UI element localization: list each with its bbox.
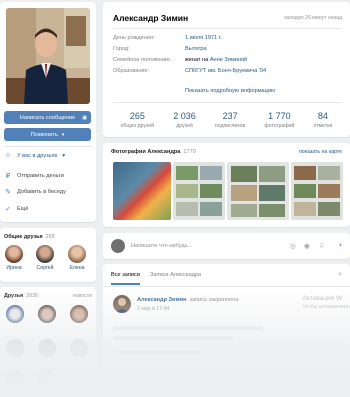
- music-icon[interactable]: ♫: [319, 242, 324, 249]
- send-message-button[interactable]: Написать сообщение ▣: [4, 111, 91, 124]
- avatar: [111, 239, 125, 253]
- post-text-line: [113, 326, 263, 330]
- photo-thumbnail[interactable]: [173, 162, 225, 220]
- settings-icon[interactable]: ◑: [338, 242, 342, 249]
- menu-item-send-money[interactable]: ₽ Отправить деньги: [4, 172, 64, 180]
- photos-title[interactable]: Фотографии Александра 1770: [111, 149, 196, 155]
- avatar[interactable]: [6, 369, 24, 387]
- pinned-note: запись закреплена: [189, 297, 239, 303]
- divider: [4, 146, 92, 147]
- photo-thumbnail[interactable]: [113, 162, 171, 220]
- chevron-down-icon: ▾: [61, 131, 65, 138]
- photos-count: 1770: [183, 149, 196, 155]
- wall-tabs: Все записи Записи Александра: [111, 272, 201, 285]
- avatar-card: Написать сообщение ▣ Позвонить ▾ ☺ У вас…: [0, 2, 96, 222]
- photo-thumbnail[interactable]: [291, 162, 343, 220]
- counter-friends[interactable]: 2 036 друзей: [173, 111, 196, 129]
- wall-card: Все записи Записи Александра ⌕ Александр…: [103, 264, 350, 397]
- profile-photo[interactable]: [6, 8, 90, 104]
- menu-item-more[interactable]: ✓ Ещё: [4, 205, 28, 213]
- divider: [113, 28, 342, 29]
- call-label: Позвонить: [30, 131, 58, 138]
- avatar[interactable]: [70, 339, 88, 357]
- friends-count: 2036: [26, 293, 39, 299]
- avatar: [36, 245, 54, 263]
- counter-followers[interactable]: 237 подписчиков: [215, 111, 245, 129]
- money-icon: ₽: [5, 173, 11, 180]
- post-text-line: [113, 350, 203, 354]
- tab-own-posts[interactable]: Записи Александра: [150, 272, 201, 285]
- friend-name: Сергей: [36, 265, 54, 271]
- divider: [103, 286, 350, 287]
- avatar[interactable]: [38, 339, 56, 357]
- counter-tags[interactable]: 84 отметки: [313, 111, 332, 129]
- windows-activation-watermark: Активация W Чтобы активировать: [302, 295, 350, 310]
- call-button[interactable]: Позвонить ▾: [4, 128, 91, 141]
- show-more-info-link[interactable]: Показать подробную информацию: [185, 88, 275, 94]
- check-icon: ✓: [5, 206, 11, 213]
- friend-item[interactable]: Сергей: [34, 245, 56, 271]
- friend-name: Елена: [69, 265, 85, 271]
- menu-item-friends[interactable]: ☺ У вас в друзьях ▾: [4, 152, 65, 159]
- post-composer: Напишите что-нибудь... ◎ ◉ ♫ ◑: [103, 233, 350, 259]
- mutual-friends-title[interactable]: Общие друзья 265: [4, 234, 55, 240]
- menu-item-label: Отправить деньги: [17, 173, 64, 179]
- avatar[interactable]: [6, 339, 24, 357]
- gift-icon: ▣: [82, 114, 87, 121]
- photos-card: Фотографии Александра 1770 показать на ка…: [103, 143, 350, 227]
- tab-all-posts[interactable]: Все записи: [111, 272, 140, 285]
- info-row-birthday: День рождения: 1 июля 1971 г.: [113, 35, 222, 41]
- show-on-map-link[interactable]: показать на карте: [299, 149, 342, 155]
- friend-item[interactable]: Ирина: [3, 245, 25, 271]
- info-row-education: Образование: СПбГУТ им. Бонч-Бруевича '0…: [113, 68, 267, 74]
- composer-input[interactable]: Напишите что-нибудь...: [131, 243, 192, 249]
- menu-item-label: Ещё: [17, 206, 29, 212]
- profile-counters: 265 общих друзей 2 036 друзей 237 подписчик…: [103, 111, 350, 129]
- post-date[interactable]: 2 мар в 17:44: [137, 306, 169, 312]
- avatar[interactable]: [6, 305, 24, 323]
- avatar[interactable]: [38, 305, 56, 323]
- post-text-line: [113, 336, 233, 340]
- friend-name: Ирина: [6, 265, 22, 271]
- search-icon[interactable]: ⌕: [338, 271, 342, 279]
- avatar[interactable]: [38, 369, 56, 387]
- vk-profile-page: Написать сообщение ▣ Позвонить ▾ ☺ У вас…: [0, 0, 350, 397]
- friends-title[interactable]: Друзья 2036: [4, 293, 38, 299]
- info-row-family: Семейное положение: женат на Анне Зимино…: [113, 57, 248, 63]
- chevron-down-icon: ▾: [62, 152, 66, 159]
- friend-item[interactable]: Елена: [66, 245, 88, 271]
- avatar: [5, 245, 23, 263]
- send-message-label: Написать сообщение: [19, 114, 76, 121]
- menu-item-label: Добавить в беседу: [17, 189, 66, 195]
- counter-photos[interactable]: 1 770 фотографий: [264, 111, 294, 129]
- video-icon[interactable]: ◉: [304, 242, 310, 250]
- camera-icon[interactable]: ◎: [290, 242, 296, 250]
- avatar[interactable]: [113, 295, 131, 313]
- friends-card: Друзья 2036 новости: [0, 287, 96, 397]
- post-author[interactable]: Александр Зимин запись закреплена: [137, 297, 239, 303]
- info-row-city: Город: Вытегра: [113, 46, 207, 52]
- last-seen-status: заходил 26 минут назад: [284, 15, 342, 21]
- menu-item-add-chat[interactable]: ✎ Добавить в беседу: [4, 188, 66, 196]
- divider: [113, 102, 342, 103]
- menu-item-label: У вас в друзьях: [17, 152, 58, 159]
- friends-link[interactable]: новости: [73, 293, 92, 299]
- friend-check-icon: ☺: [4, 152, 12, 159]
- profile-info-card: Александр Зимин заходил 26 минут назад Д…: [103, 2, 350, 137]
- photo-thumbnail[interactable]: [227, 162, 289, 220]
- add-chat-icon: ✎: [5, 189, 11, 196]
- avatar: [68, 245, 86, 263]
- profile-name: Александр Зимин: [113, 13, 189, 23]
- mutual-friends-count: 265: [45, 234, 55, 240]
- counter-mutual-friends[interactable]: 265 общих друзей: [121, 111, 155, 129]
- mutual-friends-card: Общие друзья 265 Ирина Сергей Елена: [0, 228, 96, 282]
- avatar[interactable]: [70, 305, 88, 323]
